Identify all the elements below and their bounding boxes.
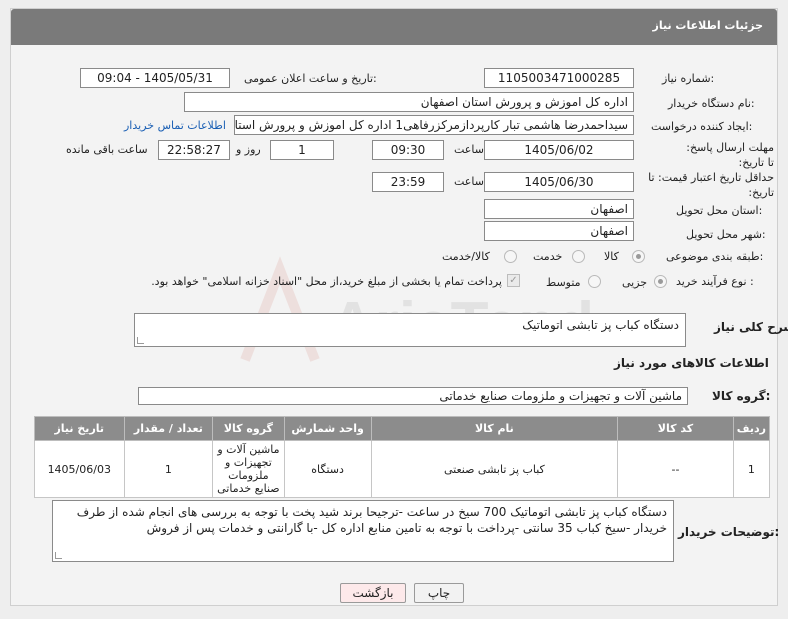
goods-info-heading: اطلاعات کالاهای مورد نیاز — [614, 356, 769, 370]
cell-unit: دستگاه — [283, 440, 372, 498]
resize-handle[interactable] — [137, 337, 144, 344]
announce-datetime-label: تاریخ و ساعت اعلان عمومی: — [244, 72, 377, 85]
panel-header: جزئیات اطلاعات نیاز — [11, 9, 777, 45]
delivery-city-field: اصفهان — [484, 221, 634, 241]
col-header-goods-group: گروه کالا — [212, 416, 285, 441]
reply-days-field: 1 — [270, 140, 334, 160]
delivery-province-label: استان محل تحویل: — [676, 204, 763, 217]
need-description-field: دستگاه کباب پز تابشی اتوماتیک — [134, 313, 686, 347]
category-goods-label: کالا — [604, 250, 619, 263]
resize-handle[interactable] — [55, 552, 62, 559]
need-description-text: دستگاه کباب پز تابشی اتوماتیک — [522, 318, 679, 332]
cell-quantity: 1 — [123, 440, 214, 498]
col-header-goods-code: کد کالا — [617, 416, 734, 441]
cell-need-date: 1405/06/03 — [34, 440, 125, 498]
treasury-payment-checkbox[interactable]: ✓ — [507, 274, 520, 287]
need-number-label: شماره نیاز: — [662, 72, 715, 85]
process-minor-label: جزیی — [622, 276, 648, 289]
goods-group-label: گروه کالا: — [712, 389, 771, 403]
delivery-city-label: شهر محل تحویل: — [686, 228, 766, 241]
buyer-org-field: اداره کل اموزش و پرورش استان اصفهان — [184, 92, 634, 112]
buyer-notes-label: توضیحات خریدار: — [678, 525, 780, 539]
table-row: 1 -- کباب پز تابشی صنعتی دستگاه ماشین آل… — [34, 440, 771, 498]
category-goods-service-radio[interactable] — [504, 250, 517, 263]
requester-field: سیداحمدرضا هاشمی تبار کارپردازمرکزرفاهی1… — [234, 115, 634, 135]
treasury-payment-note: پرداخت تمام یا بخشی از مبلغ خرید،از محل … — [151, 275, 502, 288]
col-header-need-date: تاریخ نیاز — [34, 416, 125, 441]
col-header-goods-name: نام کالا — [370, 416, 619, 441]
requester-label: ایجاد کننده درخواست: — [651, 120, 753, 133]
buyer-org-label: نام دستگاه خریدار: — [668, 97, 755, 110]
category-label: طبقه بندی موضوعی: — [666, 250, 764, 263]
items-table: ردیف کد کالا نام کالا واحد شمارش گروه کا… — [34, 416, 771, 498]
col-header-row-number: ردیف — [732, 416, 771, 441]
reply-date-field: 1405/06/02 — [484, 140, 634, 160]
price-date-field: 1405/06/30 — [484, 172, 634, 192]
category-goods-radio[interactable] — [632, 250, 645, 263]
category-service-radio[interactable] — [572, 250, 585, 263]
cell-row-number: 1 — [732, 440, 771, 498]
price-validity-label: حداقل تاریخ اعتبار قیمت: تا تاریخ: — [648, 171, 774, 199]
process-minor-radio[interactable] — [654, 275, 667, 288]
cell-goods-code: -- — [617, 440, 734, 498]
process-medium-radio[interactable] — [588, 275, 601, 288]
days-and-label: روز و — [236, 143, 261, 156]
need-description-label: شرح کلی نیاز: — [714, 320, 788, 334]
cell-goods-name: کباب پز تابشی صنعتی — [370, 440, 619, 498]
delivery-province-field: اصفهان — [484, 199, 634, 219]
remaining-label: ساعت باقی مانده — [66, 143, 148, 156]
reply-deadline-label: مهلت ارسال پاسخ: تا تاریخ: — [686, 141, 774, 169]
need-number-field: 1105003471000285 — [484, 68, 634, 88]
buyer-notes-field: دستگاه کباب پز تابشی اتوماتیک 700 سیخ در… — [52, 500, 674, 562]
category-service-label: خدمت — [533, 250, 563, 263]
back-button[interactable]: بازگشت — [340, 583, 406, 603]
announce-datetime-field: 1405/05/31 - 09:04 — [80, 68, 230, 88]
table-header-row: ردیف کد کالا نام کالا واحد شمارش گروه کا… — [34, 416, 771, 441]
category-goods-service-label: کالا/خدمت — [442, 250, 490, 263]
buyer-notes-text: دستگاه کباب پز تابشی اتوماتیک 700 سیخ در… — [76, 505, 667, 535]
process-medium-label: متوسط — [546, 276, 581, 289]
buyer-contact-link[interactable]: اطلاعات تماس خریدار — [124, 119, 226, 132]
reply-hour-label: ساعت — [454, 143, 484, 156]
price-hour-label: ساعت — [454, 175, 484, 188]
panel-title: جزئیات اطلاعات نیاز — [652, 19, 764, 32]
price-time-field: 23:59 — [372, 172, 444, 192]
reply-time-field: 09:30 — [372, 140, 444, 160]
goods-group-field: ماشین آلات و تجهیزات و ملزومات صنایع خدم… — [138, 387, 688, 405]
process-type-label: نوع فرآیند خرید : — [676, 275, 754, 288]
print-button[interactable]: چاپ — [414, 583, 464, 603]
col-header-quantity: تعداد / مقدار — [123, 416, 214, 441]
col-header-unit: واحد شمارش — [283, 416, 372, 441]
cell-goods-group: ماشین آلات و تجهیزات و ملزومات صنایع خدم… — [212, 440, 285, 498]
remaining-time-field: 22:58:27 — [158, 140, 230, 160]
